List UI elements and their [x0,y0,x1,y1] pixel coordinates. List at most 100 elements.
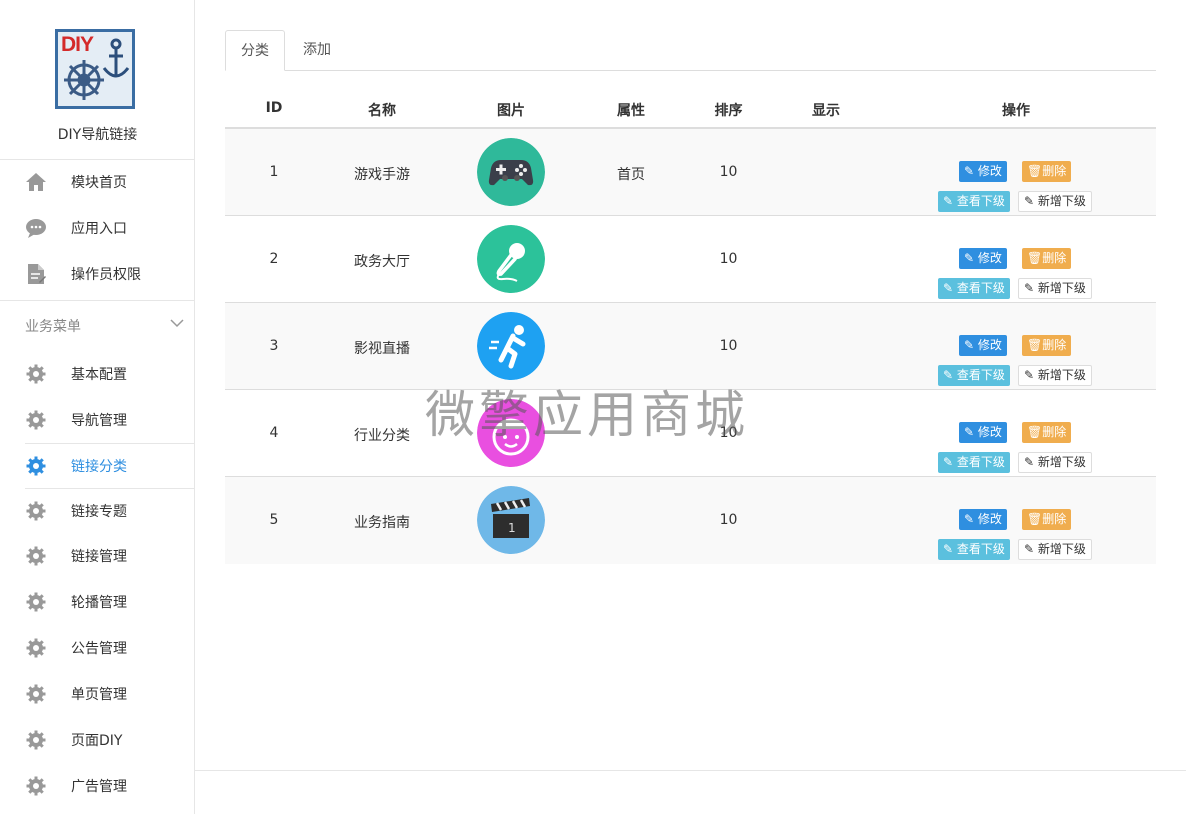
app-name: DIY导航链接 [57,127,138,143]
footer-divider [195,770,1186,771]
tab-add[interactable]: 添加 [303,30,331,71]
tab-category[interactable]: 分类 [225,30,285,71]
view-children-button[interactable]: ✎ 查看下级 [938,452,1010,473]
header-attr: 属性 [617,103,645,119]
section-divider [0,300,195,301]
sidebar-item-label: 链接专题 [71,504,127,520]
sidebar-item-label: 广告管理 [71,779,127,795]
cell-sort: 10 [719,512,738,528]
cell-id: 4 [269,425,279,441]
cell-name: 行业分类 [354,428,410,444]
sidebar-item-label: 应用入口 [71,221,127,237]
sidebar-item-label: 导航管理 [71,413,127,429]
sidebar-item-operator-permission[interactable]: 操作员权限 [0,251,194,297]
table-header: ID 名称 图片 属性 排序 显示 操作 [225,88,1156,129]
home-icon [25,171,47,193]
clapperboard-icon: 1 [477,486,545,554]
add-child-button[interactable]: ✎ 新增下级 [1018,452,1092,473]
cell-id: 1 [269,164,279,180]
cell-name: 业务指南 [354,515,410,531]
sidebar-item-notice-manage[interactable]: 公告管理 [0,625,194,671]
sidebar-item-basic-config[interactable]: 基本配置 [0,351,194,397]
delete-button[interactable]: 🗑删除 [1022,161,1072,182]
edit-button[interactable]: ✎ 修改 [959,422,1007,443]
cell-sort: 10 [719,425,738,441]
section-title[interactable]: 业务菜单 [25,316,81,336]
sidebar-item-module-home[interactable]: 模块首页 [0,159,194,205]
cell-sort: 10 [719,338,738,354]
sidebar-item-label: 基本配置 [71,367,127,383]
add-child-button[interactable]: ✎ 新增下级 [1018,191,1092,212]
logo-text: DIY [61,33,94,56]
cell-id: 5 [269,512,279,528]
add-child-button[interactable]: ✎ 新增下级 [1018,278,1092,299]
add-child-button[interactable]: ✎ 新增下级 [1018,365,1092,386]
delete-button[interactable]: 🗑删除 [1022,248,1072,269]
gear-icon [25,591,47,613]
edit-button[interactable]: ✎ 修改 [959,161,1007,182]
gear-icon [25,545,47,567]
sidebar-item-label: 单页管理 [71,687,127,703]
header-op: 操作 [1002,103,1030,119]
header-image: 图片 [497,103,525,119]
gear-icon [25,363,47,385]
sidebar-item-label: 模块首页 [71,175,127,191]
sidebar-item-app-entry[interactable]: 应用入口 [0,205,194,251]
microphone-icon [477,225,545,293]
delete-button[interactable]: 🗑删除 [1022,509,1072,530]
sidebar-item-page-diy[interactable]: 页面DIY [0,717,194,763]
gamepad-icon [477,138,545,206]
sidebar-item-link-manage[interactable]: 链接管理 [0,533,194,579]
cell-name: 游戏手游 [354,167,410,183]
cell-name: 政务大厅 [354,254,410,270]
face-icon [477,399,545,467]
sidebar-item-label: 轮播管理 [71,595,127,611]
runner-icon [477,312,545,380]
view-children-button[interactable]: ✎ 查看下级 [938,365,1010,386]
sidebar-item-carousel-manage[interactable]: 轮播管理 [0,579,194,625]
table-row: 1 游戏手游 首页 10 ✎ 修改 🗑删除 ✎ 查看下级 ✎ 新增下级 [225,129,1156,216]
cell-id: 2 [269,251,279,267]
sidebar-item-ad-manage[interactable]: 广告管理 [0,763,194,809]
app-logo: DIY [55,29,135,109]
gear-icon [25,729,47,751]
svg-text:1: 1 [508,521,516,535]
sidebar: DIY DIY导航链接 模块首页 应用入口 操作员权限 业务菜单 基本配置 导航… [0,0,195,814]
gear-icon [25,455,47,477]
view-children-button[interactable]: ✎ 查看下级 [938,191,1010,212]
tab-bar: 分类 添加 [225,30,1156,71]
view-children-button[interactable]: ✎ 查看下级 [938,539,1010,560]
edit-button[interactable]: ✎ 修改 [959,335,1007,356]
cell-sort: 10 [719,251,738,267]
cell-attr: 首页 [617,167,645,183]
table-row: 5 业务指南 1 10 ✎ 修改 🗑删除 ✎ 查看下级 ✎ 新增下级 [225,477,1156,564]
sidebar-item-page-manage[interactable]: 单页管理 [0,671,194,717]
chevron-down-icon[interactable] [170,316,184,332]
cell-name: 影视直播 [354,341,410,357]
view-children-button[interactable]: ✎ 查看下级 [938,278,1010,299]
header-id: ID [265,100,283,116]
table-row: 4 行业分类 10 ✎ 修改 🗑删除 ✎ 查看下级 ✎ 新增下级 [225,390,1156,477]
edit-button[interactable]: ✎ 修改 [959,248,1007,269]
cell-id: 3 [269,338,279,354]
gear-icon [25,409,47,431]
delete-button[interactable]: 🗑删除 [1022,422,1072,443]
gear-icon [25,683,47,705]
table-row: 2 政务大厅 10 ✎ 修改 🗑删除 ✎ 查看下级 ✎ 新增下级 [225,216,1156,303]
sidebar-item-nav-manage[interactable]: 导航管理 [0,397,194,443]
gear-icon [25,775,47,797]
document-icon [25,263,47,285]
gear-icon [25,500,47,522]
sidebar-item-label: 公告管理 [71,641,127,657]
delete-button[interactable]: 🗑删除 [1022,335,1072,356]
add-child-button[interactable]: ✎ 新增下级 [1018,539,1092,560]
sidebar-item-link-topic[interactable]: 链接专题 [0,488,194,534]
chat-icon [25,217,47,239]
sidebar-item-label: 链接管理 [71,549,127,565]
header-show: 显示 [812,103,840,119]
gear-icon [25,637,47,659]
sidebar-item-link-category[interactable]: 链接分类 [25,443,194,489]
header-sort: 排序 [714,103,743,119]
edit-button[interactable]: ✎ 修改 [959,509,1007,530]
sidebar-item-label: 链接分类 [71,459,127,475]
